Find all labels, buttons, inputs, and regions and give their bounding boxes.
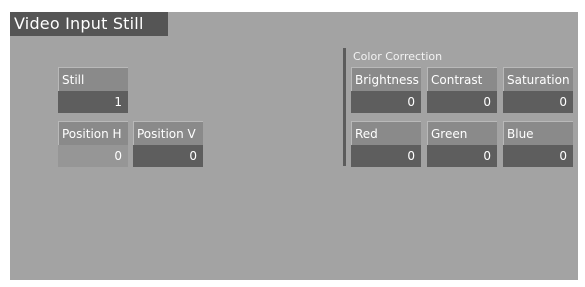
brightness-label: Brightness bbox=[351, 67, 421, 91]
green-label: Green bbox=[427, 121, 497, 145]
contrast-label: Contrast bbox=[427, 67, 497, 91]
blue-label: Blue bbox=[503, 121, 573, 145]
still-value[interactable]: 1 bbox=[58, 91, 128, 113]
saturation-value[interactable]: 0 bbox=[503, 91, 573, 113]
contrast-value[interactable]: 0 bbox=[427, 91, 497, 113]
color-correction-title: Color Correction bbox=[353, 50, 443, 63]
position-h-value[interactable]: 0 bbox=[58, 145, 128, 167]
position-v-label: Position V bbox=[133, 121, 203, 145]
contrast-control[interactable]: Contrast 0 bbox=[427, 67, 497, 113]
blue-control[interactable]: Blue 0 bbox=[503, 121, 573, 167]
still-control[interactable]: Still 1 bbox=[58, 67, 128, 113]
position-v-control[interactable]: Position V 0 bbox=[133, 121, 203, 167]
still-label: Still bbox=[58, 67, 128, 91]
position-v-value[interactable]: 0 bbox=[133, 145, 203, 167]
saturation-label: Saturation bbox=[503, 67, 573, 91]
brightness-control[interactable]: Brightness 0 bbox=[351, 67, 421, 113]
red-value[interactable]: 0 bbox=[351, 145, 421, 167]
brightness-value[interactable]: 0 bbox=[351, 91, 421, 113]
position-h-label: Position H bbox=[58, 121, 128, 145]
color-correction-divider bbox=[343, 48, 346, 166]
saturation-control[interactable]: Saturation 0 bbox=[503, 67, 573, 113]
green-control[interactable]: Green 0 bbox=[427, 121, 497, 167]
window-title: Video Input Still bbox=[10, 12, 168, 36]
green-value[interactable]: 0 bbox=[427, 145, 497, 167]
position-h-control[interactable]: Position H 0 bbox=[58, 121, 128, 167]
red-label: Red bbox=[351, 121, 421, 145]
blue-value[interactable]: 0 bbox=[503, 145, 573, 167]
red-control[interactable]: Red 0 bbox=[351, 121, 421, 167]
